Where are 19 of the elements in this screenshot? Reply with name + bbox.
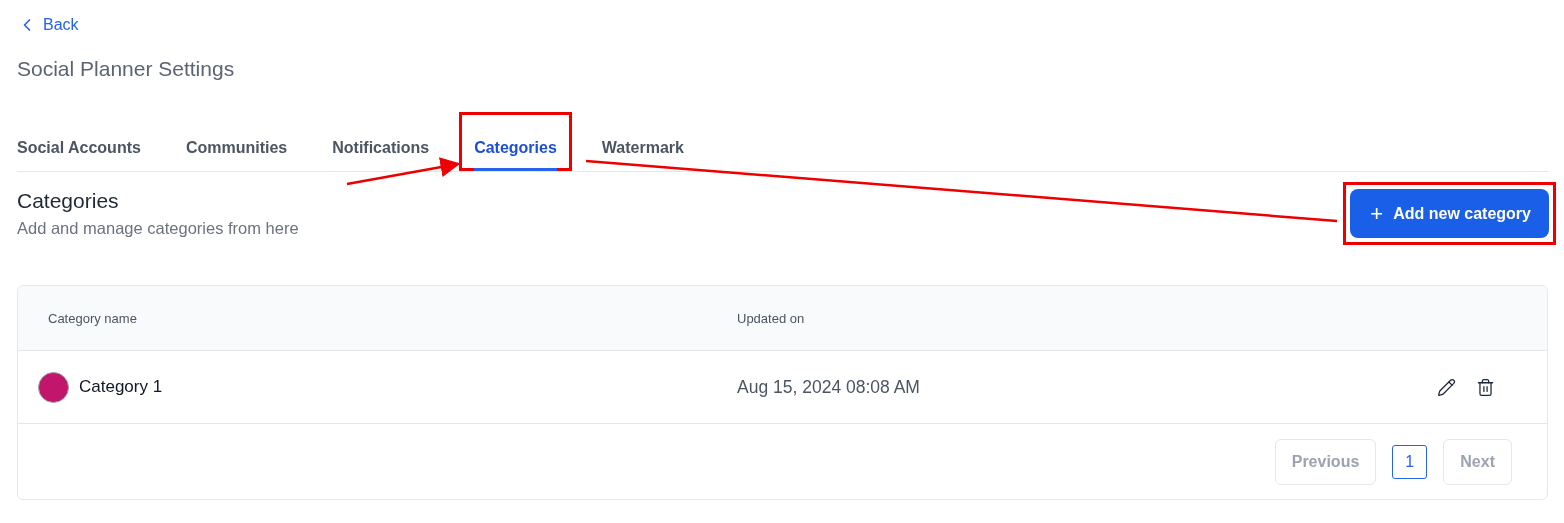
trash-icon — [1476, 377, 1495, 397]
section-heading: Categories — [17, 189, 120, 213]
tab[interactable]: Social Accounts — [17, 127, 141, 171]
column-header: Updated on — [737, 310, 806, 326]
tab[interactable]: Watermark — [601, 127, 684, 171]
column-header: Category name — [48, 310, 138, 326]
page-number[interactable]: 1 — [1392, 444, 1428, 479]
page-title: Social Planner Settings — [17, 57, 236, 82]
category-name: Category 1 — [79, 377, 163, 397]
updated-date: Aug 15, 2024 08:08 AM — [737, 376, 921, 398]
edit-button[interactable] — [1437, 377, 1456, 397]
delete-button[interactable] — [1476, 377, 1495, 397]
add-category-button[interactable]: + Add new category — [1350, 189, 1549, 238]
back-link[interactable]: Back — [17, 12, 79, 38]
tab[interactable]: Notifications — [332, 127, 430, 171]
section-subtitle: Add and manage categories from here — [17, 219, 299, 238]
tab[interactable]: Communities — [185, 127, 288, 171]
tab[interactable]: Categories — [474, 127, 557, 171]
pencil-icon — [1437, 377, 1456, 397]
